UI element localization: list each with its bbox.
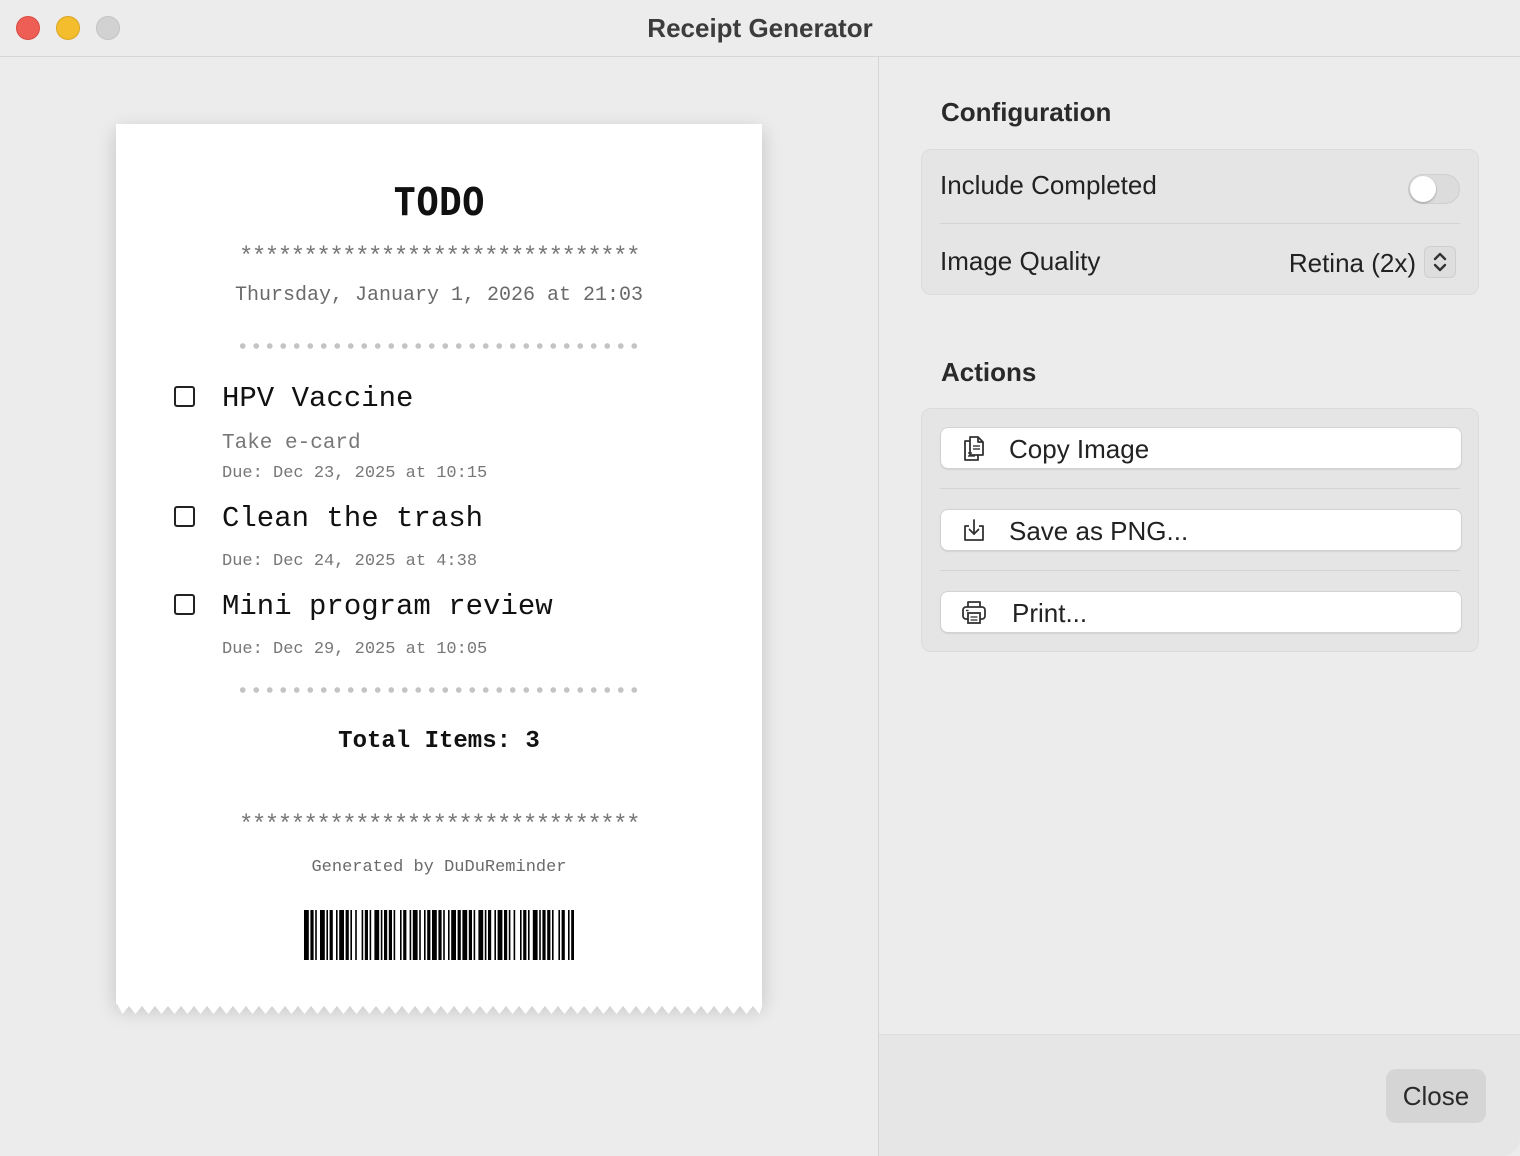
receipt-star-divider-bottom: ******************************* <box>239 812 640 839</box>
receipt-generated-by: Generated by DuDuReminder <box>311 858 567 877</box>
receipt-date: Thursday, January 1, 2026 at 21:03 <box>234 284 644 307</box>
receipt-paper: TODO ******************************* Thu… <box>116 124 762 1004</box>
item-checkbox <box>174 506 195 527</box>
copy-image-button[interactable]: Copy Image <box>940 427 1462 469</box>
item-title: HPV Vaccine <box>222 382 414 415</box>
receipt-dot-divider <box>236 686 642 694</box>
include-completed-label: Include Completed <box>940 170 1157 200</box>
item-title: Clean the trash <box>222 502 484 535</box>
item-checkbox <box>174 386 195 407</box>
copy-image-label: Copy Image <box>1009 434 1150 464</box>
actions-heading: Actions <box>941 357 1037 387</box>
item-due: Due: Dec 23, 2025 at 10:15 <box>222 464 488 483</box>
item-due: Due: Dec 24, 2025 at 4:38 <box>222 552 478 571</box>
actions-group: Copy Image Save as PNG... Print... <box>921 408 1479 652</box>
receipt-generator-window: Receipt Generator TODO *****************… <box>0 0 1520 1156</box>
row-separator <box>940 223 1460 224</box>
item-due: Due: Dec 29, 2025 at 10:05 <box>222 640 488 659</box>
image-quality-label: Image Quality <box>940 246 1101 276</box>
barcode-icon <box>304 910 574 960</box>
receipt-total: Total Items: 3 <box>338 728 540 755</box>
close-button[interactable]: Close <box>1386 1069 1486 1123</box>
settings-pane: Configuration Include Completed Image Qu… <box>879 57 1520 1156</box>
row-separator <box>940 570 1460 571</box>
receipt-star-divider-top: ******************************* <box>239 244 640 271</box>
image-quality-select[interactable]: Retina (2x) <box>1289 248 1416 279</box>
include-completed-toggle[interactable] <box>1408 174 1460 204</box>
configuration-heading: Configuration <box>941 97 1112 127</box>
title-bar: Receipt Generator <box>0 0 1520 57</box>
toggle-knob <box>1410 176 1436 202</box>
item-checkbox <box>174 594 195 615</box>
footer-bar: Close <box>879 1034 1520 1156</box>
configuration-group: Include Completed Image Quality Retina (… <box>921 149 1479 295</box>
window-title: Receipt Generator <box>647 13 873 43</box>
receipt-torn-edge <box>116 1002 762 1014</box>
print-button[interactable]: Print... <box>940 591 1462 633</box>
save-as-png-label: Save as PNG... <box>1009 516 1189 546</box>
item-title: Mini program review <box>222 590 553 623</box>
copy-document-icon <box>964 436 984 461</box>
row-separator <box>940 488 1460 489</box>
download-tray-icon <box>964 519 984 541</box>
printer-icon <box>962 601 986 624</box>
save-as-png-button[interactable]: Save as PNG... <box>940 509 1462 551</box>
item-note: Take e-card <box>222 432 361 455</box>
image-quality-popup-button[interactable] <box>1424 246 1456 278</box>
chevron-up-down-icon <box>1433 252 1447 272</box>
receipt-title: TODO <box>393 180 485 224</box>
receipt-dot-divider <box>236 342 642 350</box>
print-label: Print... <box>1012 598 1088 628</box>
